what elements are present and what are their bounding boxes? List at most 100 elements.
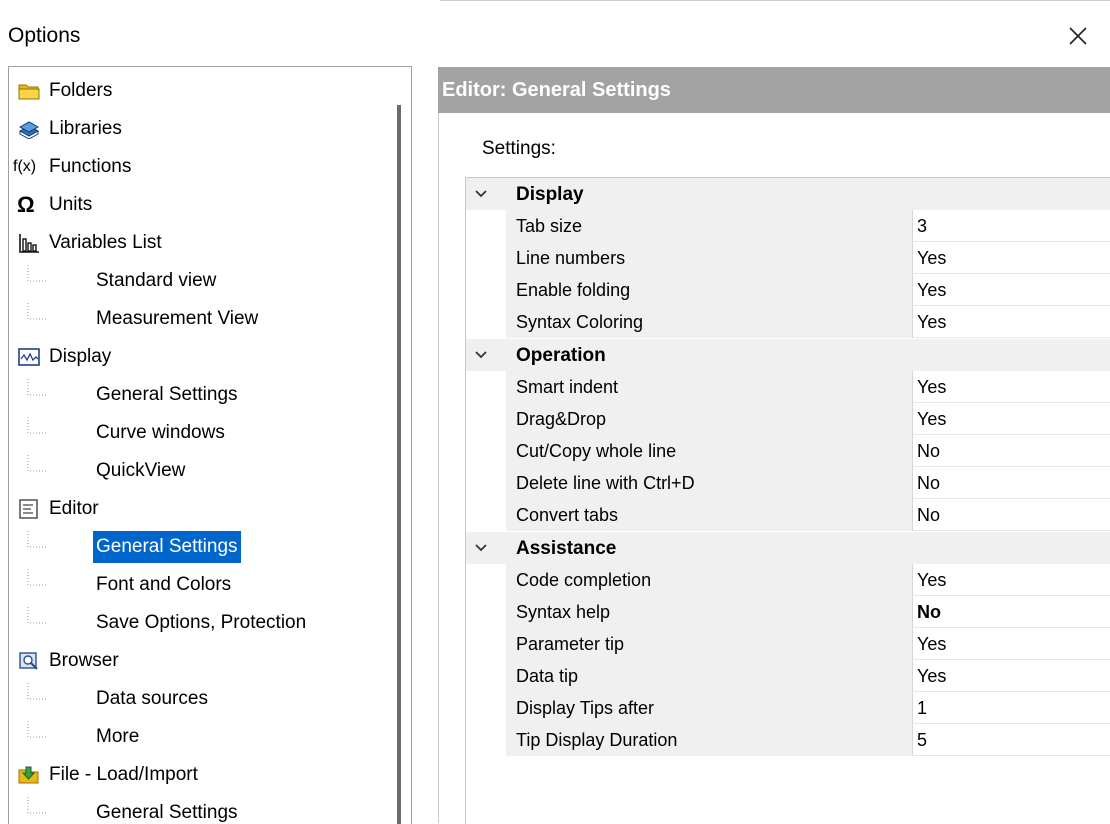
category-label: Display	[516, 184, 584, 205]
property-name: Smart indent	[516, 377, 619, 397]
tree-item-label: Font and Colors	[96, 574, 232, 595]
property-value[interactable]: Yes	[912, 628, 1110, 660]
tree-item-label: General Settings	[96, 802, 238, 823]
property-value[interactable]: Yes	[912, 242, 1110, 274]
property-row[interactable]: Code completion Yes	[466, 564, 1110, 596]
property-row[interactable]: Syntax Coloring Yes	[466, 306, 1110, 338]
property-name: Display Tips after	[516, 698, 655, 718]
property-value-text: Yes	[917, 248, 947, 268]
tree-item-label: General Settings	[93, 531, 241, 563]
category-display[interactable]: Display	[466, 178, 1110, 210]
property-value[interactable]: Yes	[912, 403, 1110, 435]
property-value-text: Yes	[917, 312, 947, 332]
tree-connector	[27, 531, 48, 548]
panel-header: Editor: General Settings	[438, 67, 1110, 113]
property-name: Delete line with Ctrl+D	[516, 473, 695, 493]
category-label: Operation	[516, 345, 606, 366]
property-row[interactable]: Tab size 3	[466, 210, 1110, 242]
property-value[interactable]: No	[912, 596, 1110, 628]
property-value-text: Yes	[917, 280, 947, 300]
property-value-text: Yes	[917, 634, 947, 654]
property-value-text: 1	[917, 698, 928, 718]
chevron-down-icon[interactable]	[474, 187, 488, 201]
property-name: Enable folding	[516, 280, 631, 300]
property-value-text: 5	[917, 730, 928, 750]
property-row[interactable]: Line numbers Yes	[466, 242, 1110, 274]
property-row[interactable]: Syntax help No	[466, 596, 1110, 628]
tree-item-label: File - Load/Import	[49, 764, 198, 785]
property-value[interactable]: No	[912, 499, 1110, 531]
window-title: Options	[8, 24, 81, 47]
tree-connector	[27, 417, 48, 434]
tree-item-label: Standard view	[96, 270, 217, 291]
tree-item-label: Measurement View	[96, 308, 259, 329]
property-value[interactable]: Yes	[912, 660, 1110, 692]
property-row[interactable]: Cut/Copy whole line No	[466, 435, 1110, 467]
property-row[interactable]: Convert tabs No	[466, 499, 1110, 531]
property-value-text: No	[917, 473, 941, 493]
browser-icon	[19, 652, 38, 670]
property-name: Syntax help	[516, 602, 611, 622]
property-name: Parameter tip	[516, 634, 625, 654]
property-value[interactable]: Yes	[912, 564, 1110, 596]
property-row[interactable]: Enable folding Yes	[466, 274, 1110, 306]
tree-item-label: Folders	[49, 80, 113, 101]
file-load-icon	[18, 766, 39, 784]
property-name: Tab size	[516, 216, 583, 236]
books-icon	[18, 121, 40, 139]
tree-connector	[27, 265, 48, 282]
property-name: Convert tabs	[516, 505, 619, 525]
tree-connector	[27, 721, 48, 738]
chevron-down-icon[interactable]	[474, 348, 488, 362]
property-grid[interactable]: Display Tab size 3 Line numbers Yes Enab…	[465, 177, 1110, 824]
property-row[interactable]: Display Tips after 1	[466, 692, 1110, 724]
title-bar: Options	[0, 0, 1110, 66]
document-icon	[19, 499, 38, 519]
property-value-text: 3	[917, 216, 928, 236]
property-name: Syntax Coloring	[516, 312, 644, 332]
property-row[interactable]: Tip Display Duration 5	[466, 724, 1110, 756]
category-operation[interactable]: Operation	[466, 339, 1110, 371]
property-row[interactable]: Delete line with Ctrl+D No	[466, 467, 1110, 499]
tree-connector	[27, 607, 48, 624]
omega-icon: Ω	[17, 192, 35, 217]
property-value[interactable]: 5	[912, 724, 1110, 756]
tree-item-label: Save Options, Protection	[96, 612, 307, 633]
property-name: Tip Display Duration	[516, 730, 678, 750]
property-value[interactable]: No	[912, 435, 1110, 467]
property-value[interactable]: Yes	[912, 274, 1110, 306]
category-assistance[interactable]: Assistance	[466, 532, 1110, 564]
tree-scrollbar[interactable]	[397, 105, 401, 824]
property-row[interactable]: Data tip Yes	[466, 660, 1110, 692]
property-row[interactable]: Parameter tip Yes	[466, 628, 1110, 660]
property-name: Line numbers	[516, 248, 626, 268]
property-value-text: Yes	[917, 570, 947, 590]
waveform-icon	[18, 348, 40, 366]
close-icon[interactable]	[1064, 22, 1092, 50]
tree-item-label: General Settings	[96, 384, 238, 405]
property-value[interactable]: 3	[912, 210, 1110, 242]
property-value[interactable]: 1	[912, 692, 1110, 724]
property-value[interactable]: Yes	[912, 306, 1110, 338]
panel-title: Editor: General Settings	[442, 79, 671, 101]
tree-item-label: QuickView	[96, 460, 186, 481]
tree-connector	[27, 455, 48, 472]
property-value[interactable]: Yes	[912, 371, 1110, 403]
chevron-down-icon[interactable]	[474, 541, 488, 555]
property-value[interactable]: No	[912, 467, 1110, 499]
property-row[interactable]: Smart indent Yes	[466, 371, 1110, 403]
tree-connector	[27, 683, 48, 700]
property-value-text: No	[917, 441, 941, 461]
tree-item-label: Data sources	[96, 688, 208, 709]
property-value-text: Yes	[917, 666, 947, 686]
tree-item-label: Functions	[49, 156, 132, 177]
property-row[interactable]: Drag&Drop Yes	[466, 403, 1110, 435]
tree-item-label: Variables List	[49, 232, 162, 253]
options-tree[interactable]: Folders Libraries f(x) Functions Ω Units…	[8, 66, 412, 824]
tree-connector	[27, 569, 48, 586]
function-icon: f(x)	[13, 158, 37, 175]
property-name: Cut/Copy whole line	[516, 441, 677, 461]
settings-label: Settings:	[482, 138, 556, 159]
property-value-text: Yes	[917, 377, 947, 397]
property-name: Code completion	[516, 570, 652, 590]
